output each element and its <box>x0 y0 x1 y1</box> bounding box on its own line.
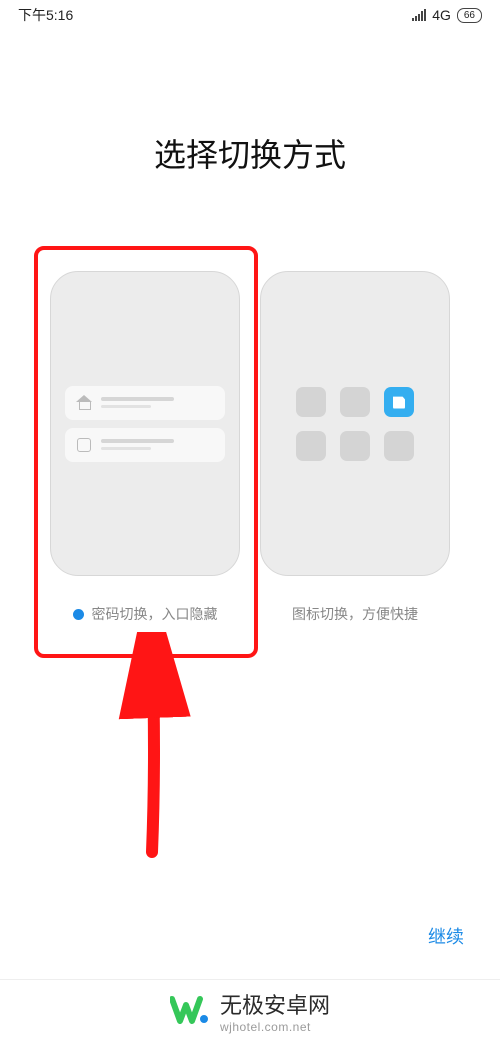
option-label: 密码切换，入口隐藏 <box>92 604 218 624</box>
folder-icon <box>77 438 91 452</box>
battery-icon: 66 <box>457 8 482 23</box>
status-bar: 下午5:16 4G 66 <box>0 0 500 30</box>
page-title: 选择切换方式 <box>0 130 500 176</box>
signal-icon <box>412 9 426 21</box>
preview-icon <box>260 271 450 576</box>
option-caption: 图标切换，方便快捷 <box>292 604 418 624</box>
option-password[interactable]: 密码切换，入口隐藏 <box>50 271 240 624</box>
radio-selected-icon <box>73 609 84 620</box>
preview-list-item <box>65 386 225 420</box>
status-right: 4G 66 <box>412 7 482 23</box>
app-tile <box>296 387 326 417</box>
continue-button[interactable]: 继续 <box>428 923 464 949</box>
options-container: 密码切换，入口隐藏 图标切换，方便快捷 <box>0 271 500 624</box>
preview-list-item <box>65 428 225 462</box>
watermark-url: wjhotel.com.net <box>220 1020 330 1034</box>
option-caption: 密码切换，入口隐藏 <box>73 604 218 624</box>
app-tile-active <box>384 387 414 417</box>
network-label: 4G <box>432 7 451 23</box>
placeholder-lines <box>101 439 213 450</box>
watermark-name: 无极安卓网 <box>220 993 330 1018</box>
option-label: 图标切换，方便快捷 <box>292 604 418 624</box>
placeholder-lines <box>101 397 213 408</box>
watermark-text: 无极安卓网 wjhotel.com.net <box>220 988 330 1034</box>
annotation-arrow-icon <box>110 632 194 862</box>
watermark-logo-icon <box>170 991 210 1031</box>
watermark: 无极安卓网 wjhotel.com.net <box>0 979 500 1041</box>
preview-password <box>50 271 240 576</box>
app-tile <box>340 431 370 461</box>
icon-grid <box>296 387 414 461</box>
app-tile <box>296 431 326 461</box>
app-tile <box>384 431 414 461</box>
option-icon[interactable]: 图标切换，方便快捷 <box>260 271 450 624</box>
home-icon <box>77 396 91 410</box>
status-time: 下午5:16 <box>18 5 73 25</box>
app-tile <box>340 387 370 417</box>
